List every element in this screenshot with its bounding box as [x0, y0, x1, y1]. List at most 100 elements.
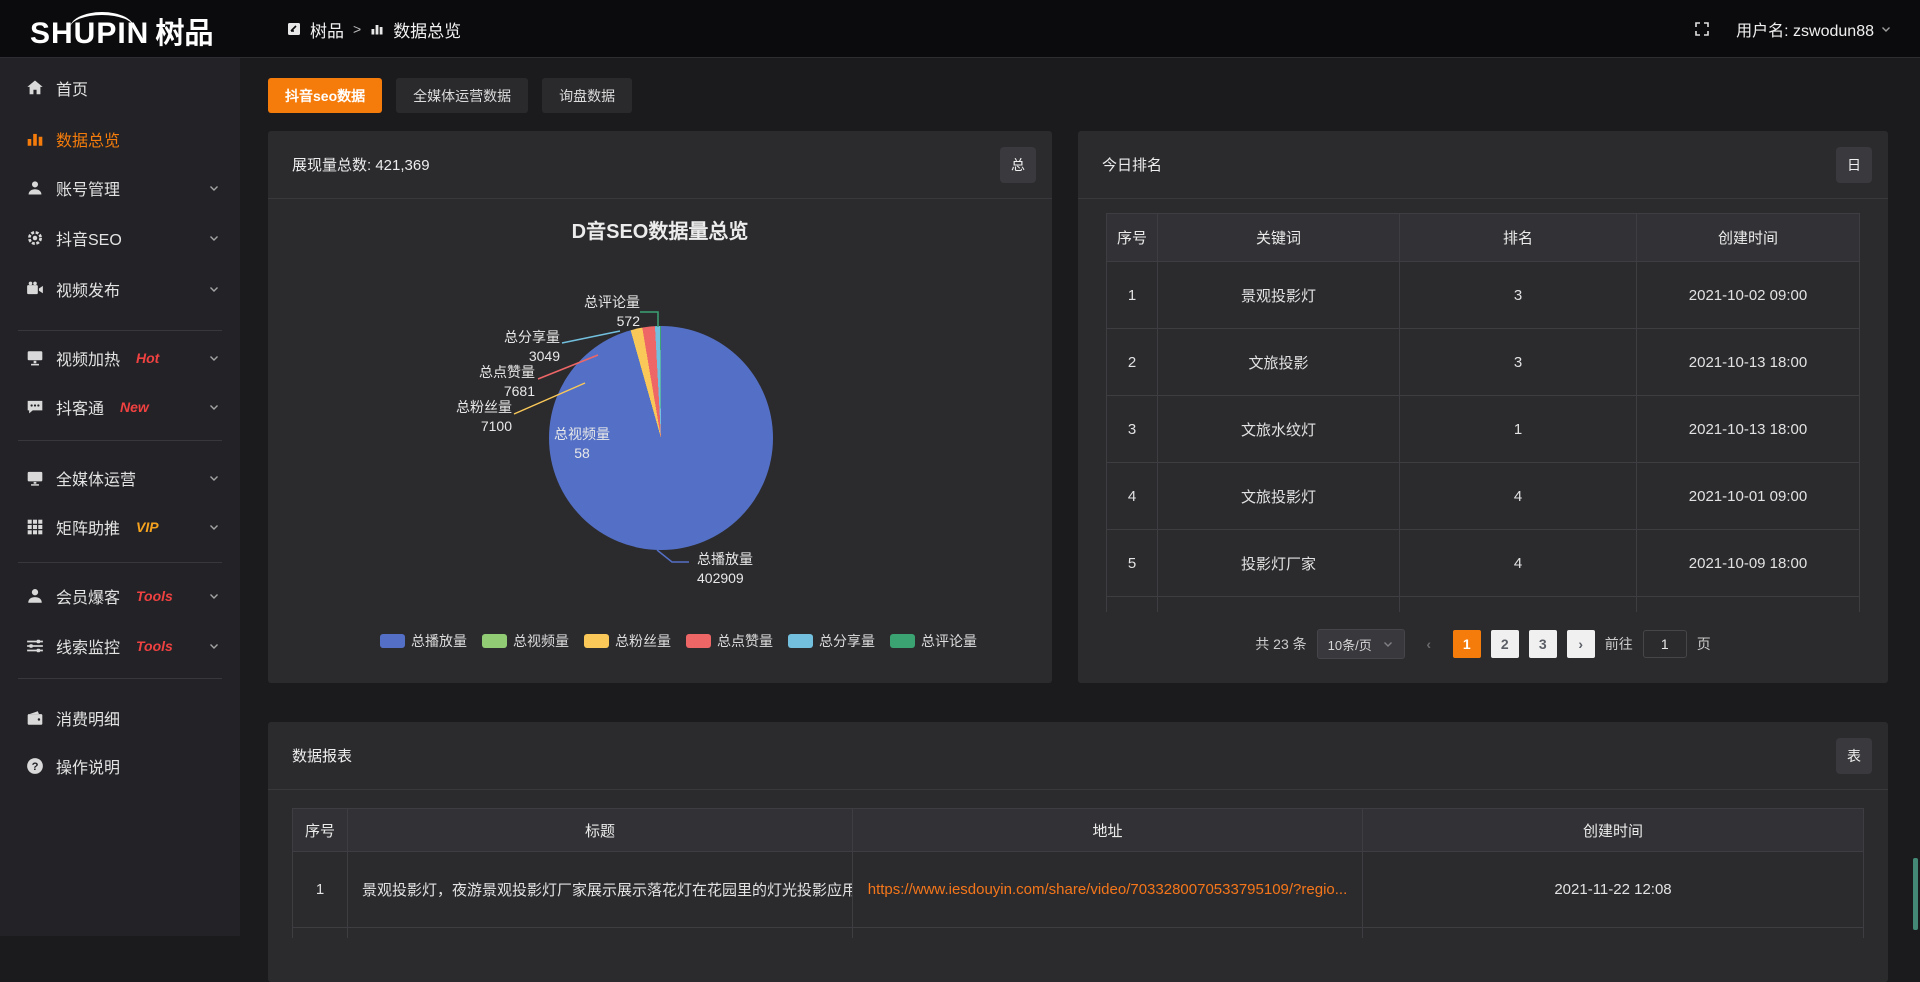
pie-label-videos: 总视频量58: [554, 425, 610, 463]
sidebar-item-label: 消费明细: [56, 706, 120, 730]
sidebar-item-data-overview[interactable]: 数据总览: [0, 119, 240, 159]
monitor-icon: [26, 469, 44, 487]
sidebar-divider: [18, 440, 222, 441]
sidebar-divider: [18, 330, 222, 331]
legend-item-comments[interactable]: 总评论量: [890, 631, 977, 651]
chevron-down-icon: [1880, 23, 1892, 35]
pie-label-likes: 总点赞量7681: [479, 363, 535, 401]
sidebar-item-lead-monitor[interactable]: 线索监控 Tools: [0, 626, 240, 666]
sidebar-item-matrix-boost[interactable]: 矩阵助推 VIP: [0, 507, 240, 547]
mode-day-button[interactable]: 日: [1836, 147, 1872, 183]
vip-badge: VIP: [136, 519, 159, 535]
goto-page-input[interactable]: [1643, 630, 1687, 658]
user-menu[interactable]: 用户名: zswodun88: [1736, 17, 1892, 41]
chevron-down-icon: [208, 640, 220, 652]
screen-heat-icon: [26, 349, 44, 367]
svg-text:?: ?: [32, 761, 39, 773]
legend-item-likes[interactable]: 总点赞量: [686, 631, 773, 651]
legend-item-plays[interactable]: 总播放量: [380, 631, 467, 651]
video-url-link[interactable]: https://www.iesdouyin.com/share/video/70…: [868, 881, 1348, 898]
page-button-3[interactable]: 3: [1529, 630, 1557, 658]
logo[interactable]: SHUPIN 树品: [30, 10, 213, 52]
breadcrumb-root[interactable]: 树品: [310, 17, 344, 42]
col-header-created: 创建时间: [1637, 213, 1860, 262]
chevron-down-icon: [208, 232, 220, 244]
sidebar-item-label: 视频发布: [56, 277, 120, 301]
col-header-rank: 排名: [1400, 213, 1637, 262]
bar-chart-icon: [26, 130, 44, 148]
username-label: 用户名: zswodun88: [1736, 17, 1874, 41]
prev-page-button[interactable]: ‹: [1415, 630, 1443, 658]
page-button-2[interactable]: 2: [1491, 630, 1519, 658]
legend-item-shares[interactable]: 总分享量: [788, 631, 875, 651]
sidebar-divider: [18, 678, 222, 679]
sidebar-item-home[interactable]: 首页: [0, 68, 240, 108]
page-size-select[interactable]: 10条/页: [1317, 629, 1405, 659]
sidebar-item-label: 矩阵助推: [56, 515, 120, 539]
scrollbar-thumb[interactable]: [1913, 858, 1918, 930]
sidebar-item-label: 视频加热: [56, 346, 120, 370]
legend-swatch: [890, 634, 915, 648]
sidebar-item-label: 操作说明: [56, 754, 120, 778]
pagination-total: 共 23 条: [1255, 634, 1306, 654]
sidebar-item-omni-media[interactable]: 全媒体运营: [0, 458, 240, 498]
table-row: 5 投影灯厂家 4 2021-10-09 18:00: [1106, 530, 1860, 597]
sidebar-item-account[interactable]: 账号管理: [0, 168, 240, 208]
sidebar-item-label: 会员爆客: [56, 584, 120, 608]
sidebar-item-label: 首页: [56, 76, 88, 100]
sidebar-item-help[interactable]: ? 操作说明: [0, 746, 240, 786]
sidebar-item-video-heat[interactable]: 视频加热 Hot: [0, 338, 240, 378]
col-header-keyword: 关键词: [1158, 213, 1400, 262]
ranking-card-title: 今日排名: [1102, 154, 1162, 175]
sidebar-item-douyin-seo[interactable]: 抖音SEO: [0, 218, 240, 258]
legend-swatch: [482, 634, 507, 648]
sidebar-item-doketong[interactable]: 抖客通 New: [0, 387, 240, 427]
user-icon: [26, 179, 44, 197]
bar-chart-icon: [370, 22, 384, 36]
tab-omni-media[interactable]: 全媒体运营数据: [396, 78, 528, 113]
tab-douyin-seo[interactable]: 抖音seo数据: [268, 78, 382, 113]
chevron-down-icon: [208, 590, 220, 602]
wallet-icon: [26, 709, 44, 727]
pie-legend: 总播放量 总视频量 总粉丝量 总点赞量 总分享量 总评论量: [380, 631, 977, 651]
sidebar-item-member-baoke[interactable]: 会员爆客 Tools: [0, 576, 240, 616]
top-bar: SHUPIN 树品 树品 > 数据总览 用户名: zswodun88: [0, 0, 1920, 58]
legend-swatch: [686, 634, 711, 648]
pie-label-plays: 总播放量402909: [697, 550, 753, 588]
ranking-card-header: 今日排名: [1078, 131, 1888, 199]
chevron-down-icon: [208, 401, 220, 413]
tab-inquiry[interactable]: 询盘数据: [542, 78, 632, 113]
sidebar-item-label: 线索监控: [56, 634, 120, 658]
chevron-down-icon: [1382, 638, 1394, 650]
chevron-down-icon: [208, 283, 220, 295]
mode-total-button[interactable]: 总: [1000, 147, 1036, 183]
fullscreen-icon[interactable]: [1694, 21, 1710, 37]
col-header-created: 创建时间: [1363, 808, 1864, 852]
table-row: 2 文旅投影 3 2021-10-13 18:00: [1106, 329, 1860, 396]
sidebar-item-spending-detail[interactable]: 消费明细: [0, 698, 240, 738]
report-table: 序号 标题 地址 创建时间 1 景观投影灯，夜游景观投影灯厂家展示展示落花灯在花…: [292, 808, 1864, 938]
chevron-down-icon: [208, 182, 220, 194]
table-row-clipped: [1106, 597, 1860, 612]
table-row: 1 景观投影灯，夜游景观投影灯厂家展示展示落花灯在花园里的灯光投影应用效果 #.…: [292, 852, 1864, 928]
chevron-down-icon: [208, 472, 220, 484]
question-circle-icon: ?: [26, 757, 44, 775]
pie-chart-title: D音SEO数据量总览: [268, 215, 1052, 244]
sidebar-item-label: 全媒体运营: [56, 466, 136, 490]
new-badge: New: [120, 399, 149, 415]
col-header-no: 序号: [1106, 213, 1158, 262]
chevron-down-icon: [208, 352, 220, 364]
table-row: 3 文旅水纹灯 1 2021-10-13 18:00: [1106, 396, 1860, 463]
page-button-1[interactable]: 1: [1453, 630, 1481, 658]
next-page-button[interactable]: ›: [1567, 630, 1595, 658]
pie-label-fans: 总粉丝量7100: [456, 398, 512, 436]
sidebar-item-video-publish[interactable]: 视频发布: [0, 269, 240, 309]
chevron-down-icon: [208, 521, 220, 533]
legend-item-videos[interactable]: 总视频量: [482, 631, 569, 651]
tools-badge: Tools: [136, 638, 173, 654]
pie-label-shares: 总分享量3049: [504, 328, 560, 366]
legend-item-fans[interactable]: 总粉丝量: [584, 631, 671, 651]
sidebar: 首页 数据总览 账号管理 抖音SEO 视频发布 视频加热 Hot 抖客通 New: [0, 58, 240, 936]
mode-table-button[interactable]: 表: [1836, 738, 1872, 774]
sidebar-item-label: 账号管理: [56, 176, 120, 200]
